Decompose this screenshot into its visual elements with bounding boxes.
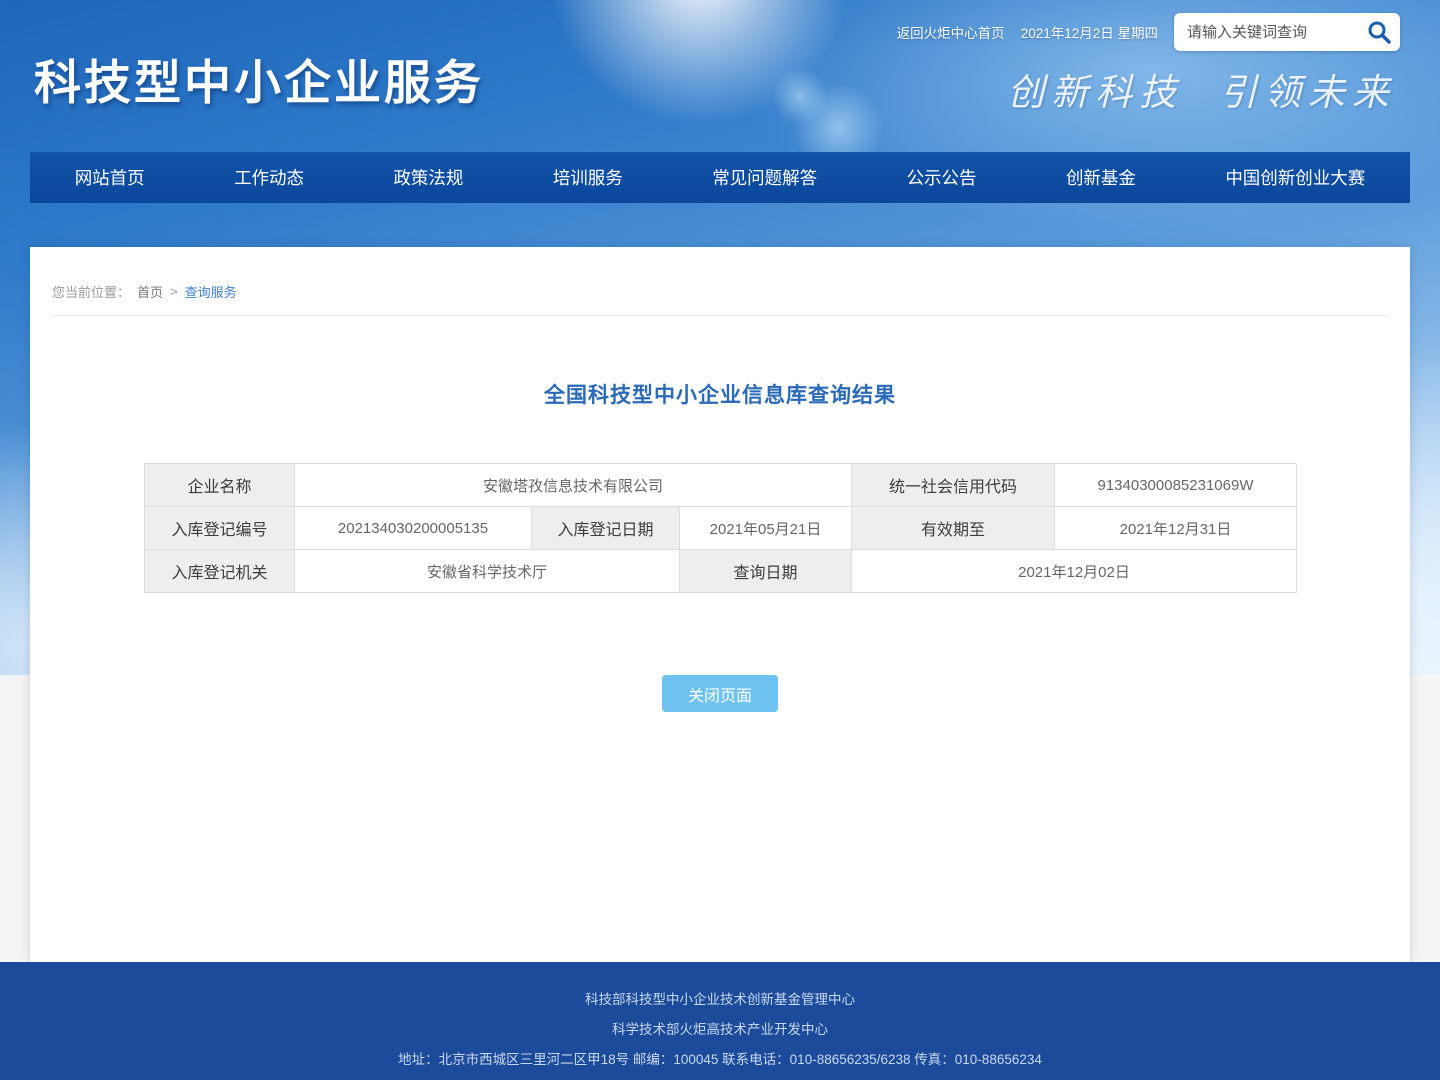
credit-code-value: 91340300085231069W xyxy=(1055,464,1297,507)
breadcrumb-current-link[interactable]: 查询服务 xyxy=(185,282,237,301)
site-header: 返回火炬中心首页 2021年12月2日 星期四 科技型中小企业服务 创新科技 引… xyxy=(0,0,1440,225)
close-page-button[interactable]: 关闭页面 xyxy=(662,675,778,712)
site-slogan: 创新科技 引领未来 xyxy=(1007,62,1396,116)
registration-date-value: 2021年05月21日 xyxy=(680,507,852,550)
registration-date-label: 入库登记日期 xyxy=(532,507,680,550)
topbar: 返回火炬中心首页 2021年12月2日 星期四 xyxy=(897,0,1400,64)
current-date: 2021年12月2日 星期四 xyxy=(1021,22,1158,42)
breadcrumb-separator: > xyxy=(170,284,178,299)
site-logo[interactable]: 科技型中小企业服务 xyxy=(34,44,484,113)
nav-item-policies[interactable]: 政策法规 xyxy=(387,165,469,190)
registration-number-label: 入库登记编号 xyxy=(145,507,295,550)
registration-authority-label: 入库登记机关 xyxy=(145,550,295,593)
torch-center-home-link[interactable]: 返回火炬中心首页 xyxy=(897,22,1005,42)
registration-number-value: 202134030200005135 xyxy=(295,507,532,550)
valid-until-value: 2021年12月31日 xyxy=(1055,507,1297,550)
nav-item-competition[interactable]: 中国创新创业大赛 xyxy=(1219,165,1371,190)
nav-item-innovation-fund[interactable]: 创新基金 xyxy=(1060,165,1142,190)
company-name-value: 安徽塔孜信息技术有限公司 xyxy=(295,464,852,507)
query-result-table: 企业名称 安徽塔孜信息技术有限公司 统一社会信用代码 9134030008523… xyxy=(144,463,1296,593)
nav-item-faq[interactable]: 常见问题解答 xyxy=(706,165,823,190)
footer-org-line1: 科技部科技型中小企业技术创新基金管理中心 xyxy=(0,985,1440,1015)
nav-item-home[interactable]: 网站首页 xyxy=(69,165,151,190)
content-panel: 您当前位置： 首页 > 查询服务 全国科技型中小企业信息库查询结果 企业名称 安… xyxy=(30,247,1410,962)
police-record-link[interactable]: 京公网安备11010202007048 xyxy=(715,1075,887,1080)
company-name-label: 企业名称 xyxy=(145,464,295,507)
search-box xyxy=(1174,13,1400,51)
query-date-label: 查询日期 xyxy=(680,550,852,593)
nav-item-announcements[interactable]: 公示公告 xyxy=(901,165,983,190)
nav-item-work-news[interactable]: 工作动态 xyxy=(228,165,310,190)
site-footer: 科技部科技型中小企业技术创新基金管理中心 科学技术部火炬高技术产业开发中心 地址… xyxy=(0,962,1440,1080)
credit-code-label: 统一社会信用代码 xyxy=(852,464,1055,507)
icp-record-link[interactable]: 京ICP备13019302号-1 xyxy=(553,1075,688,1080)
valid-until-label: 有效期至 xyxy=(852,507,1055,550)
footer-contact-line: 地址：北京市西城区三里河二区甲18号 邮编：100045 联系电话：010-88… xyxy=(0,1045,1440,1075)
search-icon xyxy=(1366,19,1392,45)
page-title: 全国科技型中小企业信息库查询结果 xyxy=(30,379,1410,409)
main-nav: 网站首页 工作动态 政策法规 培训服务 常见问题解答 公示公告 创新基金 中国创… xyxy=(30,152,1410,203)
nav-item-training[interactable]: 培训服务 xyxy=(547,165,629,190)
footer-org-line2: 科学技术部火炬高技术产业开发中心 xyxy=(0,1015,1440,1045)
breadcrumb: 您当前位置： 首页 > 查询服务 xyxy=(30,247,1410,301)
breadcrumb-home-link[interactable]: 首页 xyxy=(137,282,163,301)
search-button[interactable] xyxy=(1366,19,1392,45)
footer-icp-line: 京ICP备13019302号-1 京公网安备11010202007048 xyxy=(0,1075,1440,1080)
registration-authority-value: 安徽省科学技术厅 xyxy=(295,550,680,593)
breadcrumb-divider xyxy=(52,315,1388,316)
breadcrumb-prefix: 您当前位置： xyxy=(52,282,130,301)
query-date-value: 2021年12月02日 xyxy=(852,550,1297,593)
